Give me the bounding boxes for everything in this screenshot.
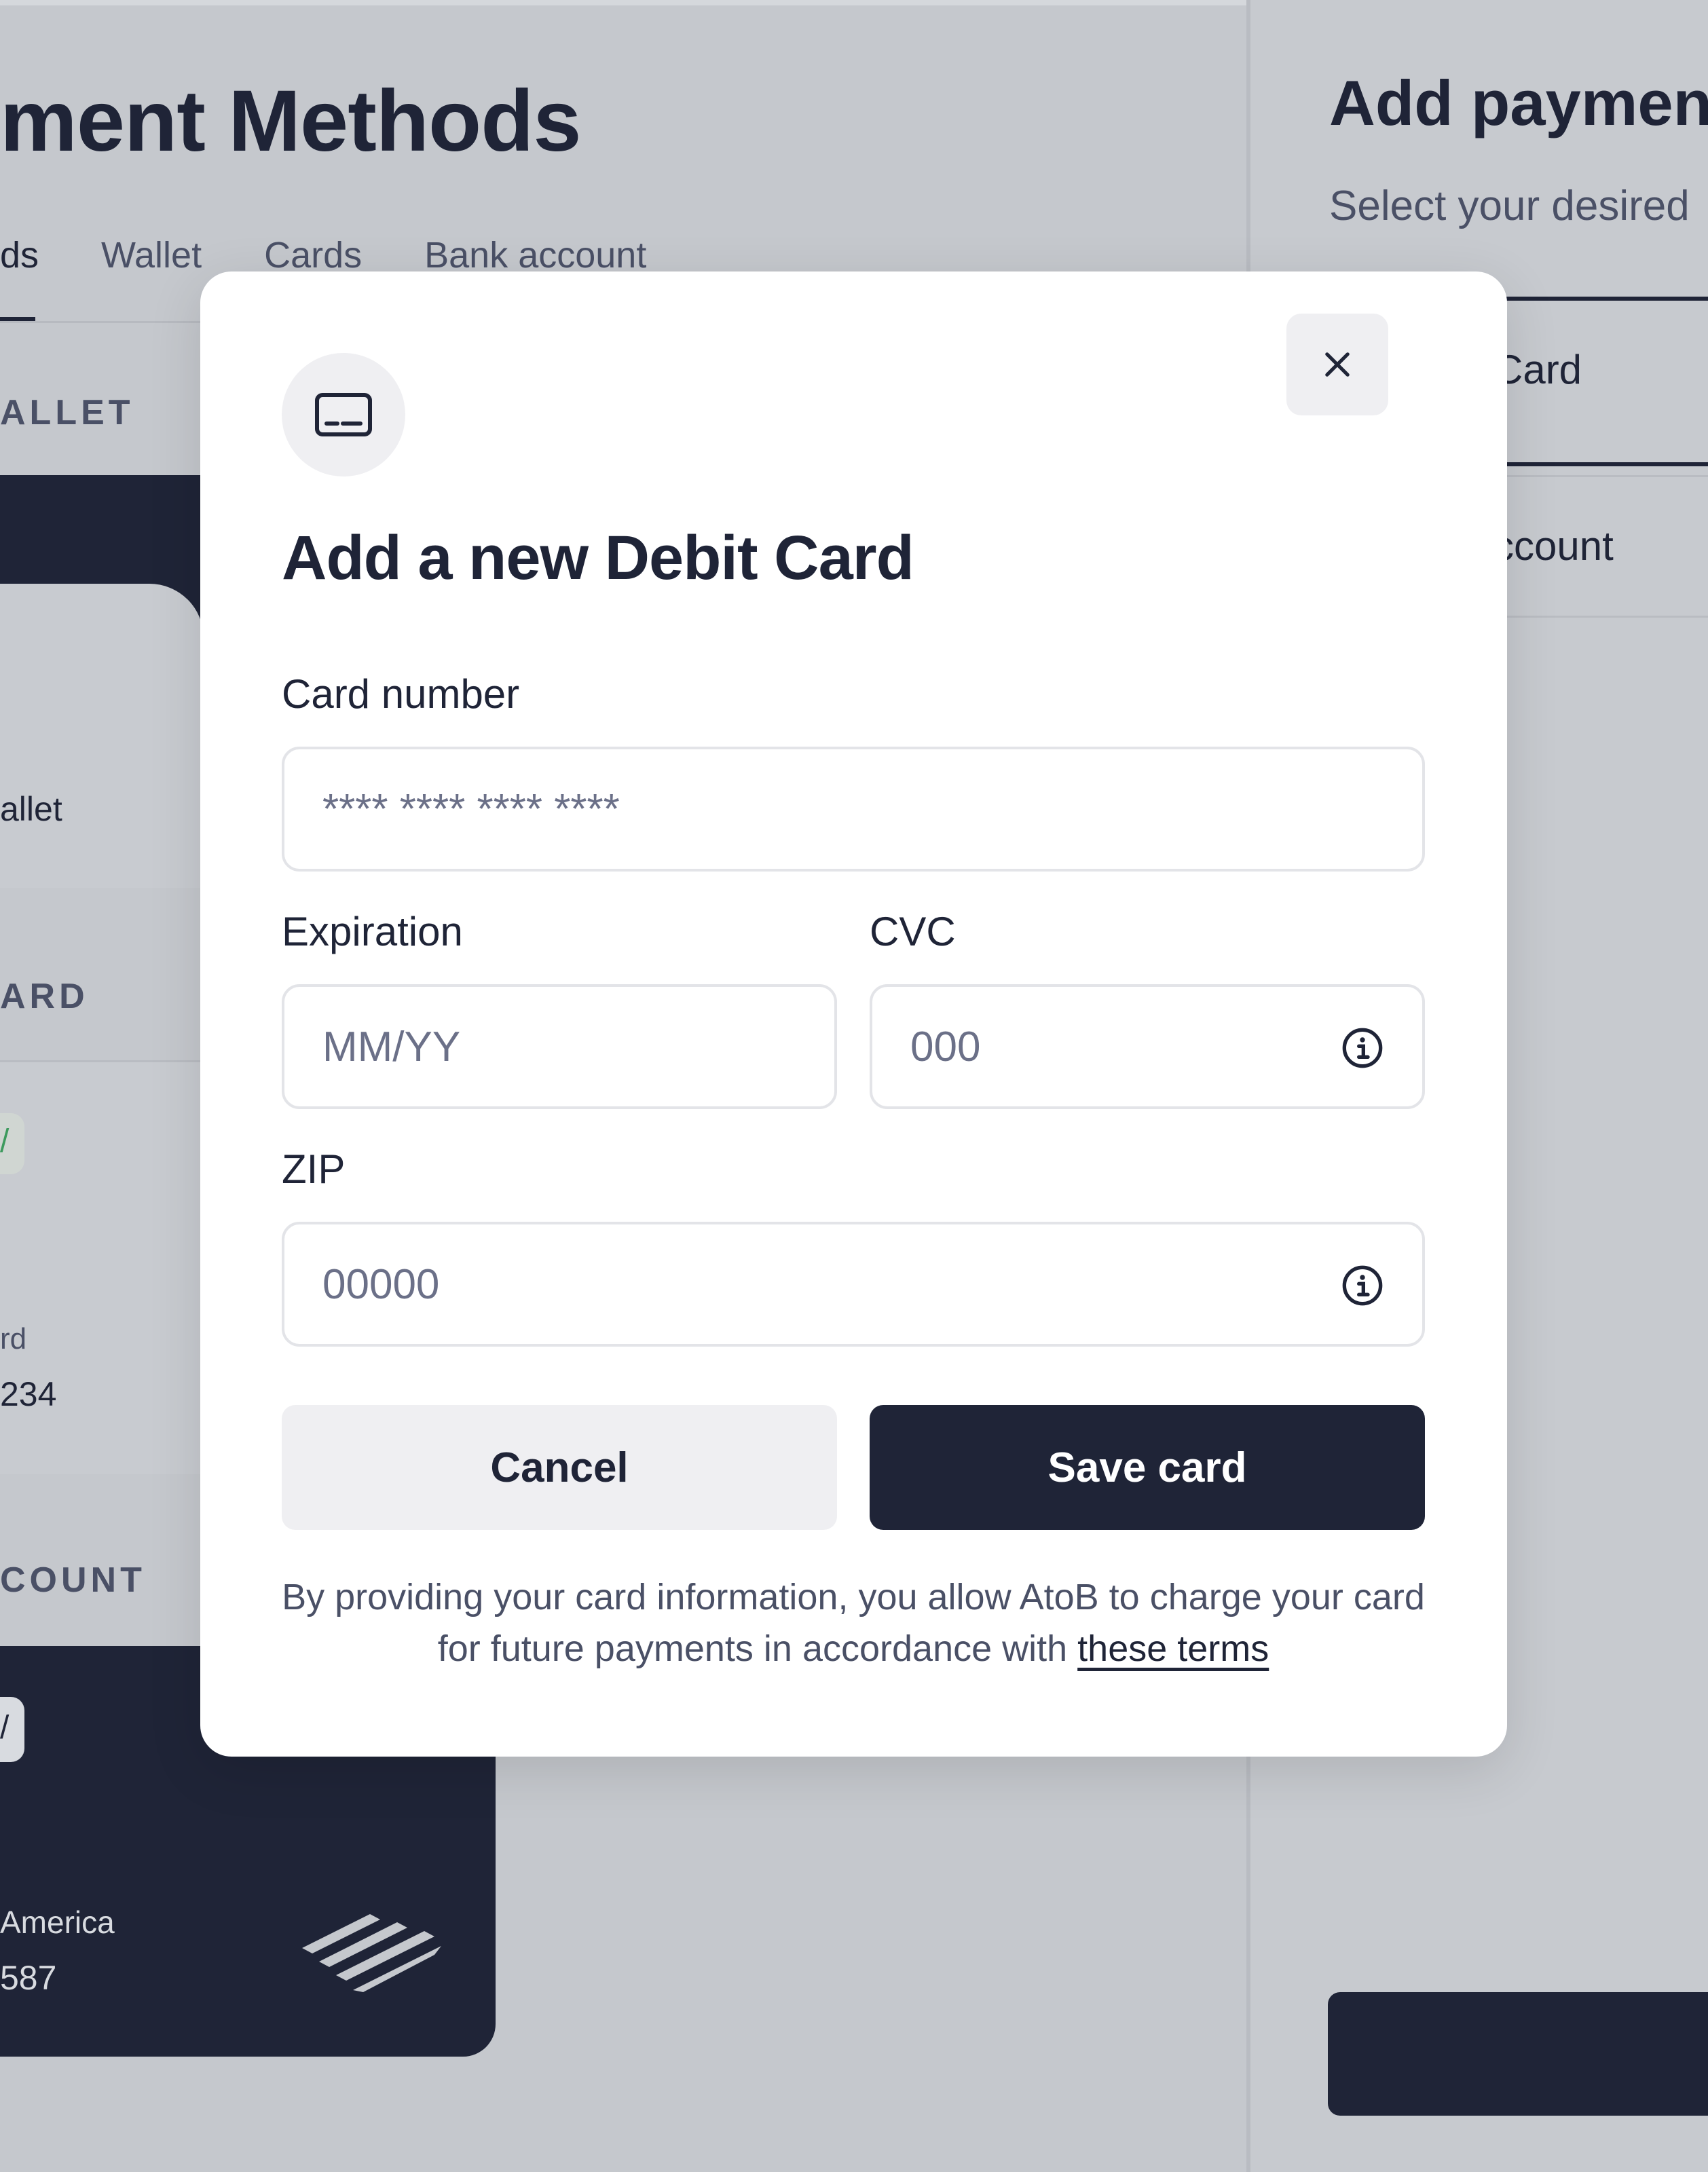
tab-wallet[interactable]: Wallet <box>101 234 202 276</box>
payment-tabs: ds Wallet Cards Bank account <box>0 234 709 276</box>
card-number-last-digits: 234 <box>0 1375 57 1413</box>
credit-card-icon <box>315 393 372 436</box>
section-wallet-heading: ALLET <box>0 393 134 432</box>
bank-status-badge: / <box>0 1697 24 1762</box>
cancel-button[interactable]: Cancel <box>282 1405 837 1530</box>
cvc-info-icon[interactable] <box>1341 1026 1384 1070</box>
add-debit-card-modal: Add a new Debit Card Card number Expirat… <box>200 272 1507 1757</box>
wallet-card-wave-shape <box>0 584 204 652</box>
tabs-divider <box>0 321 204 323</box>
expiration-field <box>282 984 837 1109</box>
close-icon <box>1325 352 1350 377</box>
modal-title: Add a new Debit Card <box>282 523 914 593</box>
page-title: ment Methods <box>0 73 582 170</box>
card-number-input[interactable] <box>322 749 1341 869</box>
zip-field <box>282 1222 1425 1347</box>
close-button[interactable] <box>1286 314 1388 415</box>
save-card-button[interactable]: Save card <box>870 1405 1425 1530</box>
zip-input[interactable] <box>322 1224 1273 1344</box>
card-icon-badge <box>282 353 405 476</box>
add-payment-title: Add payment <box>1329 67 1708 138</box>
wallet-card-top <box>0 475 204 652</box>
wallet-label: allet <box>0 790 62 828</box>
card-number-field <box>282 747 1425 872</box>
add-payment-continue-button[interactable] <box>1328 1992 1708 2116</box>
terms-link[interactable]: these terms <box>1077 1628 1269 1669</box>
terms-disclaimer: By providing your card information, you … <box>282 1571 1425 1674</box>
tab-bank-account[interactable]: Bank account <box>424 234 646 276</box>
section-bank-account-heading: COUNT <box>0 1560 146 1600</box>
zip-label: ZIP <box>282 1146 346 1192</box>
zip-info-icon[interactable] <box>1341 1264 1384 1307</box>
card-status-badge: / <box>0 1113 24 1174</box>
section-card-heading: ARD <box>0 977 89 1016</box>
bank-account-last-digits: 587 <box>0 1959 57 1997</box>
tab-cards[interactable]: Cards <box>264 234 362 276</box>
bank-name: America <box>0 1905 115 1940</box>
expiration-input[interactable] <box>322 987 798 1106</box>
cvc-label: CVC <box>870 909 956 954</box>
add-payment-subtitle: Select your desired <box>1329 183 1690 229</box>
card-number-label: Card number <box>282 671 520 717</box>
cvc-input[interactable] <box>910 987 1318 1106</box>
card-label: rd <box>0 1322 27 1355</box>
cvc-field <box>870 984 1425 1109</box>
payment-option-account-label: ccount <box>1493 523 1614 569</box>
bank-logo-icon <box>302 1914 441 1992</box>
tab-all[interactable]: ds <box>0 234 39 276</box>
expiration-label: Expiration <box>282 909 463 954</box>
